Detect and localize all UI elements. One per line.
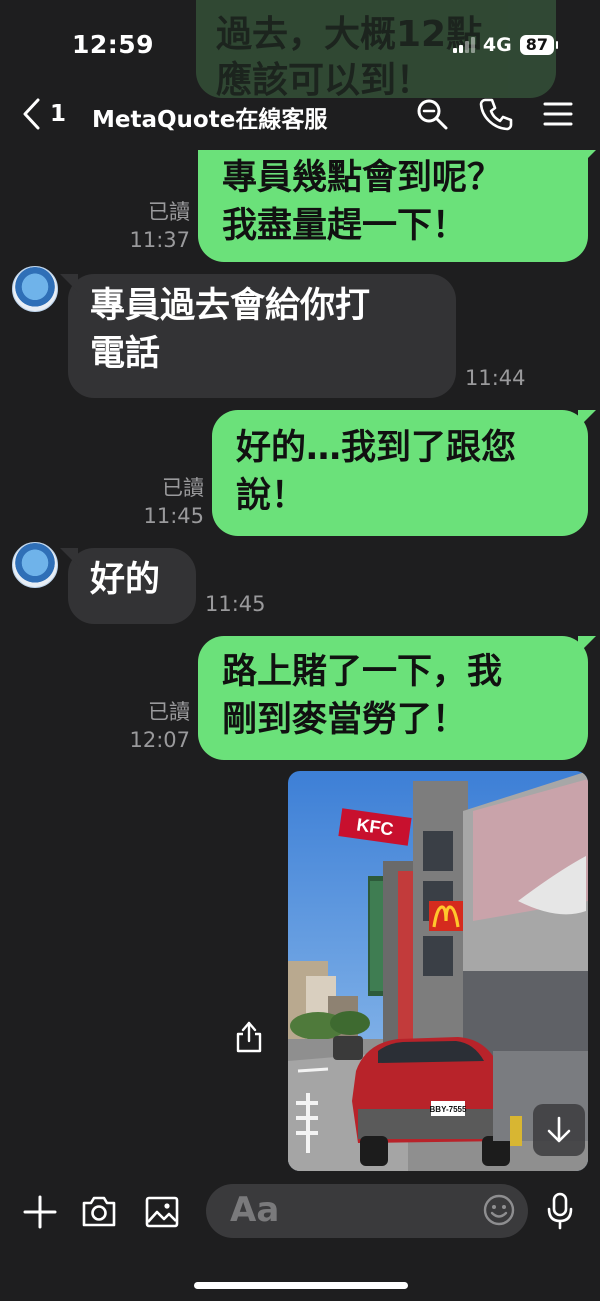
message-line: 說！ [236, 476, 307, 516]
message-bubble-incoming[interactable]: 好的 [60, 548, 196, 624]
message-bubble-outgoing[interactable]: 路上賭了一下，我 剛到麥當勞了！ [198, 636, 596, 760]
message-line: 剛到麥當勞了！ [222, 700, 468, 740]
image-icon[interactable] [144, 1194, 180, 1230]
back-chevron-icon [23, 98, 40, 130]
status-time: 12:59 [72, 30, 155, 59]
read-receipt: 已讀 [162, 476, 204, 500]
agent-avatar[interactable] [12, 542, 58, 588]
message-bubble-incoming[interactable]: 專員過去會給你打 電話 [60, 274, 456, 398]
scroll-down-icon [547, 1116, 571, 1143]
message-line: 專員過去會給你打 [90, 286, 371, 326]
message-bubble-outgoing[interactable]: 好的…我到了跟您 說！ [212, 410, 596, 536]
phone-icon[interactable] [478, 96, 514, 132]
scroll-down-button[interactable] [533, 1104, 585, 1156]
emoji-icon[interactable] [482, 1193, 516, 1227]
message-meta: 已讀 12:07 [120, 698, 190, 754]
peek-line-2: 應該可以到！ [216, 60, 433, 98]
signal-icon [452, 37, 475, 53]
back-button[interactable]: 1 [22, 98, 66, 130]
message-meta: 已讀 11:45 [134, 474, 204, 530]
battery-icon: 87 [519, 35, 559, 55]
photo-message[interactable]: KFC BBY-7555 [288, 771, 588, 1171]
peek-line-1: 過去，大概12點 [216, 14, 483, 55]
message-line: 電話 [90, 334, 161, 374]
license-plate: BBY-7555 [430, 1105, 467, 1114]
read-receipt: 已讀 [148, 700, 190, 724]
message-bubble-outgoing[interactable]: 專員幾點會到呢？ 我盡量趕一下！ [198, 150, 596, 262]
chat-title: MetaQuote在線客服 [92, 107, 328, 133]
status-indicators: 4G 87 [452, 34, 559, 56]
message-time: 12:07 [129, 728, 190, 752]
message-time: 11:45 [205, 592, 266, 616]
plus-icon[interactable] [22, 1194, 58, 1230]
message-time: 11:37 [129, 228, 190, 252]
message-line: 好的 [90, 560, 161, 600]
read-receipt: 已讀 [148, 200, 190, 224]
message-meta: 已讀 11:37 [120, 198, 190, 254]
message-line: 我盡量趕一下！ [222, 206, 468, 246]
unread-count: 1 [50, 101, 67, 127]
mic-icon[interactable] [546, 1192, 574, 1230]
network-type: 4G [482, 34, 512, 56]
mcdonalds-sign [429, 901, 463, 931]
message-input-placeholder: Aa [230, 1190, 280, 1230]
search-icon[interactable] [414, 96, 450, 132]
camera-icon[interactable] [80, 1193, 118, 1229]
share-icon[interactable] [234, 1020, 264, 1054]
home-indicator [194, 1282, 408, 1289]
menu-icon[interactable] [540, 96, 576, 132]
message-line: 路上賭了一下，我 [222, 652, 503, 692]
message-line: 好的…我到了跟您 [236, 428, 517, 468]
agent-avatar[interactable] [12, 266, 58, 312]
message-time: 11:44 [465, 366, 526, 390]
message-line: 專員幾點會到呢？ [222, 158, 503, 198]
message-time: 11:45 [143, 504, 204, 528]
